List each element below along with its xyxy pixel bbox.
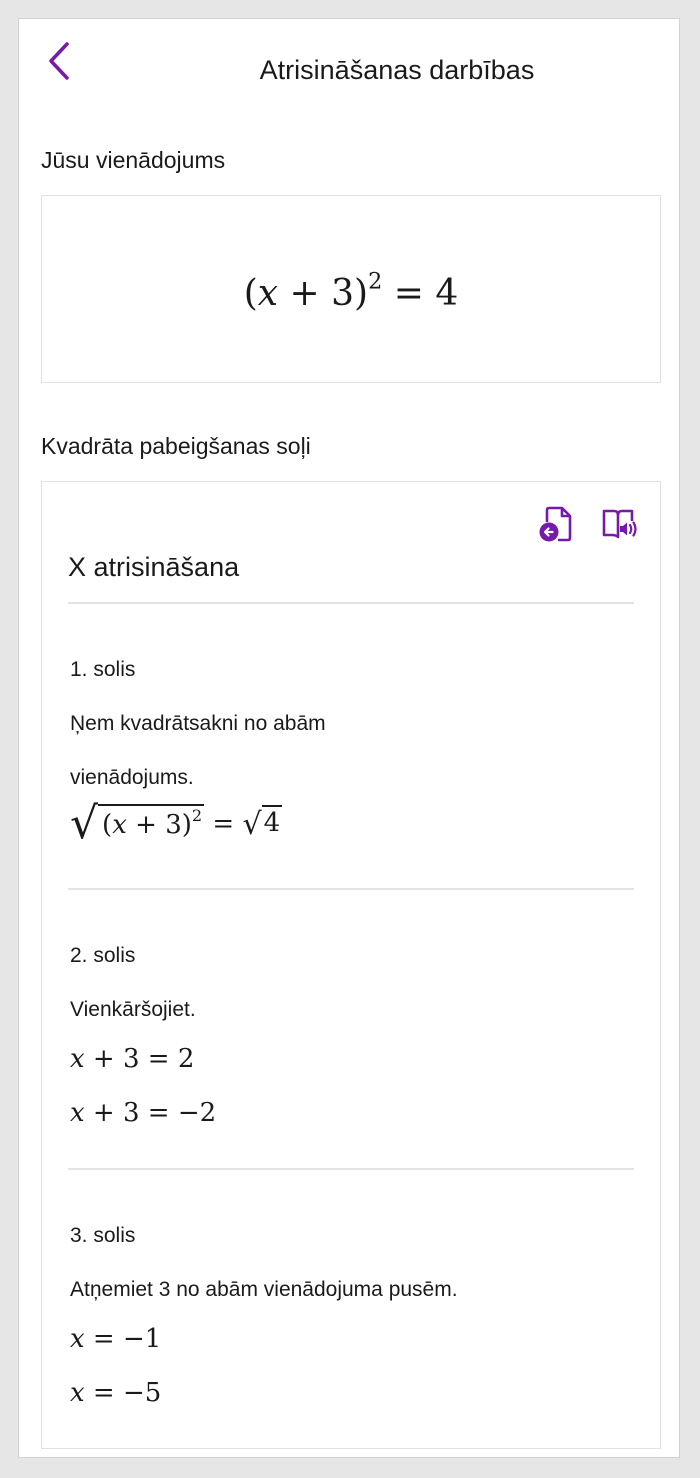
square-root-rhs: √ 4 xyxy=(242,805,283,842)
insert-steps-button[interactable] xyxy=(536,504,576,544)
step-1-math: √ (x + 3)2 = √ 4 xyxy=(70,798,283,849)
equation-card: (x + 3)2 = 4 xyxy=(41,195,661,383)
step-1-description-line-2: vienādojums. xyxy=(70,766,194,789)
step-2-title: 2. solis xyxy=(70,944,136,967)
step-1-title: 1. solis xyxy=(70,658,136,681)
step-3-title: 3. solis xyxy=(70,1224,136,1247)
solution-steps-panel: Atrisināšanas darbības Jūsu vienādojums … xyxy=(18,18,680,1458)
step-3-description: Atņemiet 3 no abām vienādojuma pusēm. xyxy=(70,1278,458,1301)
square-root-expression: √ (x + 3)2 xyxy=(70,798,205,849)
equation-section-label: Jūsu vienādojums xyxy=(41,147,226,173)
step-3-math-line-1: x = −1 xyxy=(70,1324,162,1354)
step-1-description-line-1: Ņem kvadrātsakni no abām xyxy=(70,712,326,735)
insert-document-icon xyxy=(539,506,572,542)
step-2-math-line-2: x + 3 = −2 xyxy=(70,1098,217,1128)
steps-section-label: Kvadrāta pabeigšanas soļi xyxy=(41,433,311,459)
step-2-math-line-1: x + 3 = 2 xyxy=(70,1044,195,1074)
divider xyxy=(68,1168,634,1170)
immersive-reader-button[interactable] xyxy=(600,504,640,544)
divider xyxy=(68,888,634,890)
steps-card: X atrisināšana 1. solis Ņem kvadrātsakni… xyxy=(41,481,661,1449)
step-3-math-line-2: x = −5 xyxy=(70,1378,162,1408)
solve-heading: X atrisināšana xyxy=(68,552,240,582)
input-equation: (x + 3)2 = 4 xyxy=(243,267,459,314)
divider xyxy=(68,602,634,604)
immersive-reader-icon xyxy=(602,509,637,539)
step-2-description: Vienkāršojiet. xyxy=(70,998,196,1021)
page-title: Atrisināšanas darbības xyxy=(259,55,535,85)
